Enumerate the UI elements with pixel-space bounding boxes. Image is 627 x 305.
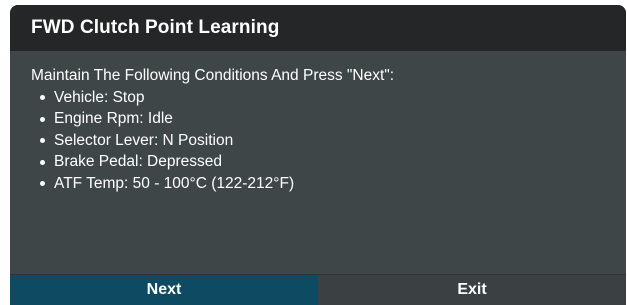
dialog-titlebar: FWD Clutch Point Learning — [10, 5, 626, 51]
dialog-title: FWD Clutch Point Learning — [31, 17, 280, 38]
condition-brake-pedal: Brake Pedal: Depressed — [39, 151, 626, 173]
next-button[interactable]: Next — [10, 275, 318, 305]
condition-engine-rpm: Engine Rpm: Idle — [39, 108, 626, 130]
clutch-learning-dialog: FWD Clutch Point Learning Maintain The F… — [10, 5, 626, 305]
dialog-body: Maintain The Following Conditions And Pr… — [10, 51, 626, 276]
instruction-text: Maintain The Following Conditions And Pr… — [31, 67, 395, 84]
dialog-footer: Next Exit — [10, 274, 626, 305]
condition-vehicle: Vehicle: Stop — [39, 87, 626, 109]
exit-button[interactable]: Exit — [318, 275, 626, 305]
condition-atf-temp: ATF Temp: 50 - 100°C (122-212°F) — [39, 173, 626, 195]
condition-selector-lever: Selector Lever: N Position — [39, 130, 626, 152]
conditions-list: Vehicle: Stop Engine Rpm: Idle Selector … — [31, 87, 626, 195]
